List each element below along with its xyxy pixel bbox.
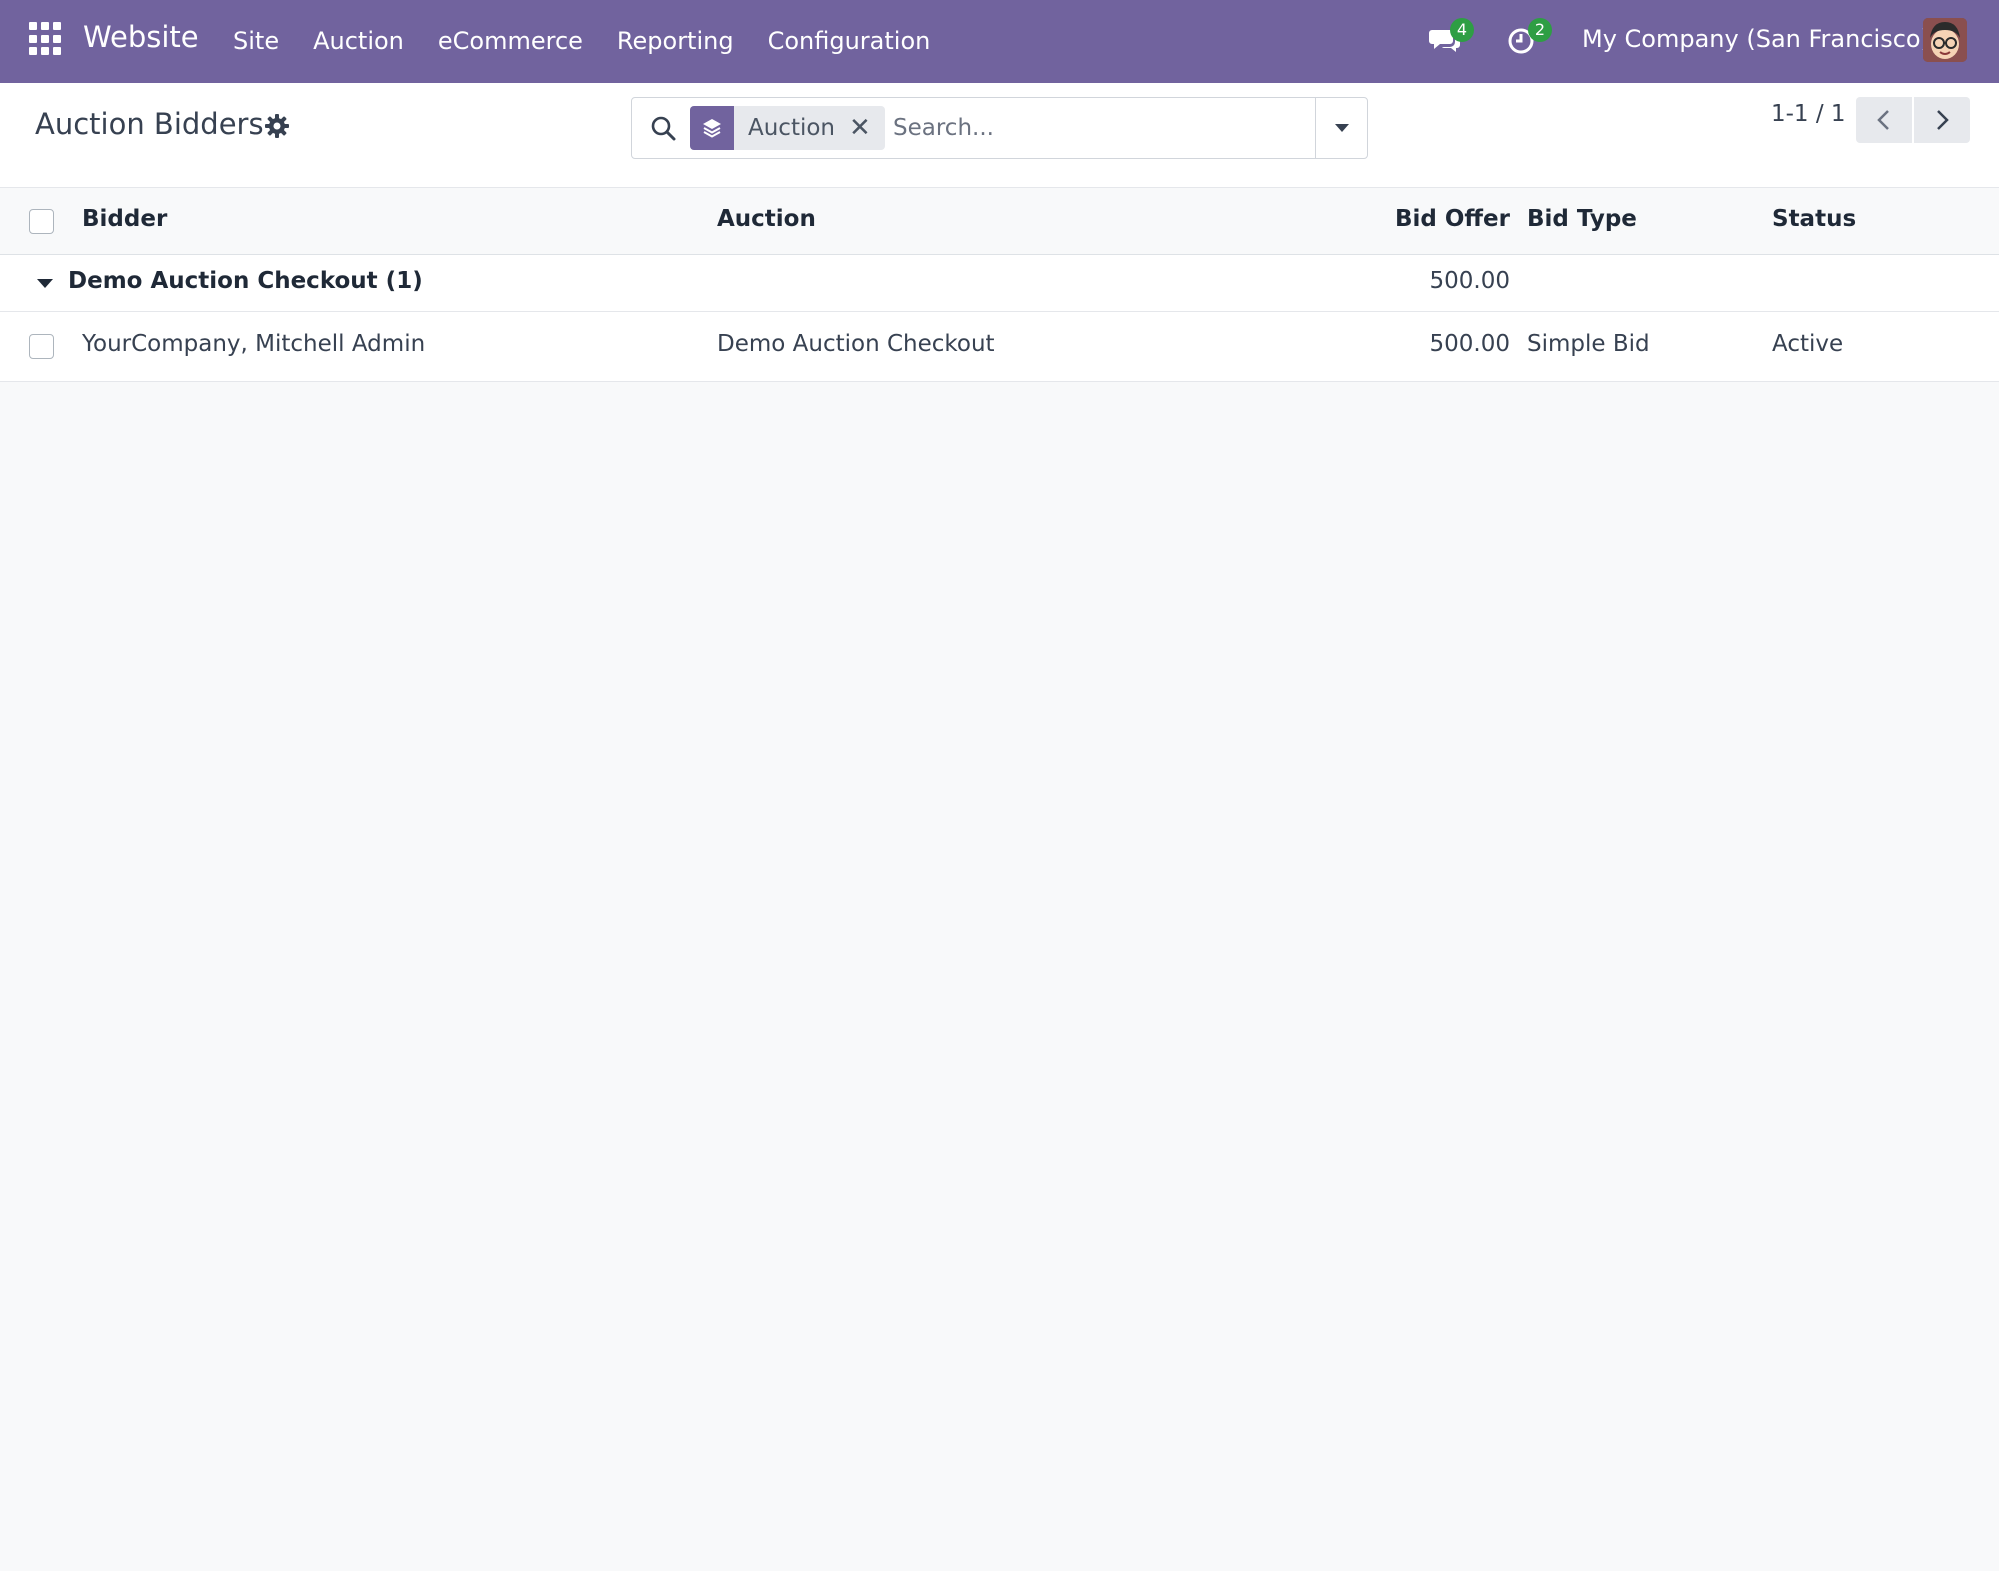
control-panel: Auction Bidders Auction ✕ Search... 1-1 … <box>0 83 1999 188</box>
app-name[interactable]: Website <box>83 20 199 54</box>
group-row[interactable]: Demo Auction Checkout (1) 500.00 <box>0 255 1999 312</box>
status-cell: Active <box>1772 331 1844 357</box>
table-row[interactable]: YourCompany, Mitchell Admin Demo Auction… <box>0 312 1999 382</box>
menu-item-reporting[interactable]: Reporting <box>600 0 751 83</box>
search-facet: Auction ✕ <box>690 106 885 150</box>
gear-icon[interactable] <box>264 113 290 139</box>
column-header-bid-type[interactable]: Bid Type <box>1527 206 1637 232</box>
close-icon[interactable]: ✕ <box>849 106 885 150</box>
search-facet-label: Auction <box>748 115 836 141</box>
bidder-cell: YourCompany, Mitchell Admin <box>82 331 426 357</box>
menu-item-auction[interactable]: Auction <box>296 0 421 83</box>
activities-count-badge: 2 <box>1528 18 1552 42</box>
column-header-status[interactable]: Status <box>1772 206 1856 232</box>
app-grid-icon[interactable] <box>29 22 63 56</box>
chevron-left-icon <box>1877 110 1889 130</box>
search-bar: Auction ✕ <box>631 97 1368 159</box>
table-header: Bidder Auction Bid Offer Bid Type Status <box>0 188 1999 255</box>
menu-item-ecommerce[interactable]: eCommerce <box>421 0 600 83</box>
group-bid-offer-total: 500.00 <box>1429 268 1510 294</box>
bid-offer-cell: 500.00 <box>1429 331 1510 357</box>
auction-cell: Demo Auction Checkout <box>717 331 995 357</box>
column-header-bidder[interactable]: Bidder <box>82 206 167 232</box>
activities-button[interactable]: 2 <box>1506 18 1552 56</box>
layers-icon <box>690 106 734 150</box>
messages-button[interactable]: 4 <box>1428 18 1474 56</box>
caret-down-icon <box>1334 124 1349 132</box>
row-checkbox[interactable] <box>29 334 54 359</box>
bid-type-cell: Simple Bid <box>1527 331 1650 357</box>
column-header-bid-offer[interactable]: Bid Offer <box>1395 206 1510 232</box>
menu-item-configuration[interactable]: Configuration <box>751 0 948 83</box>
group-label: Demo Auction Checkout (1) <box>68 268 423 294</box>
pager-previous-button[interactable] <box>1856 97 1912 143</box>
avatar-face-icon <box>1923 18 1967 62</box>
company-switcher[interactable]: My Company (San Francisco) <box>1582 0 1930 79</box>
search-icon[interactable] <box>649 114 677 142</box>
caret-down-icon <box>37 279 53 288</box>
chevron-right-icon <box>1937 110 1949 130</box>
page-title: Auction Bidders <box>35 107 264 141</box>
top-navbar: Website Site Auction eCommerce Reporting… <box>0 0 1999 83</box>
pager-next-button[interactable] <box>1914 97 1970 143</box>
search-options-toggle[interactable] <box>1315 98 1367 158</box>
menu-item-site[interactable]: Site <box>216 0 296 83</box>
messages-count-badge: 4 <box>1450 18 1474 42</box>
column-header-auction[interactable]: Auction <box>717 206 816 232</box>
list-view: Bidder Auction Bid Offer Bid Type Status… <box>0 188 1999 382</box>
select-all-checkbox[interactable] <box>29 209 54 234</box>
pager-value[interactable]: 1-1 / 1 <box>1771 101 1846 127</box>
user-avatar[interactable] <box>1923 18 1967 62</box>
search-input[interactable] <box>893 106 1293 150</box>
main-menu: Site Auction eCommerce Reporting Configu… <box>216 0 947 83</box>
